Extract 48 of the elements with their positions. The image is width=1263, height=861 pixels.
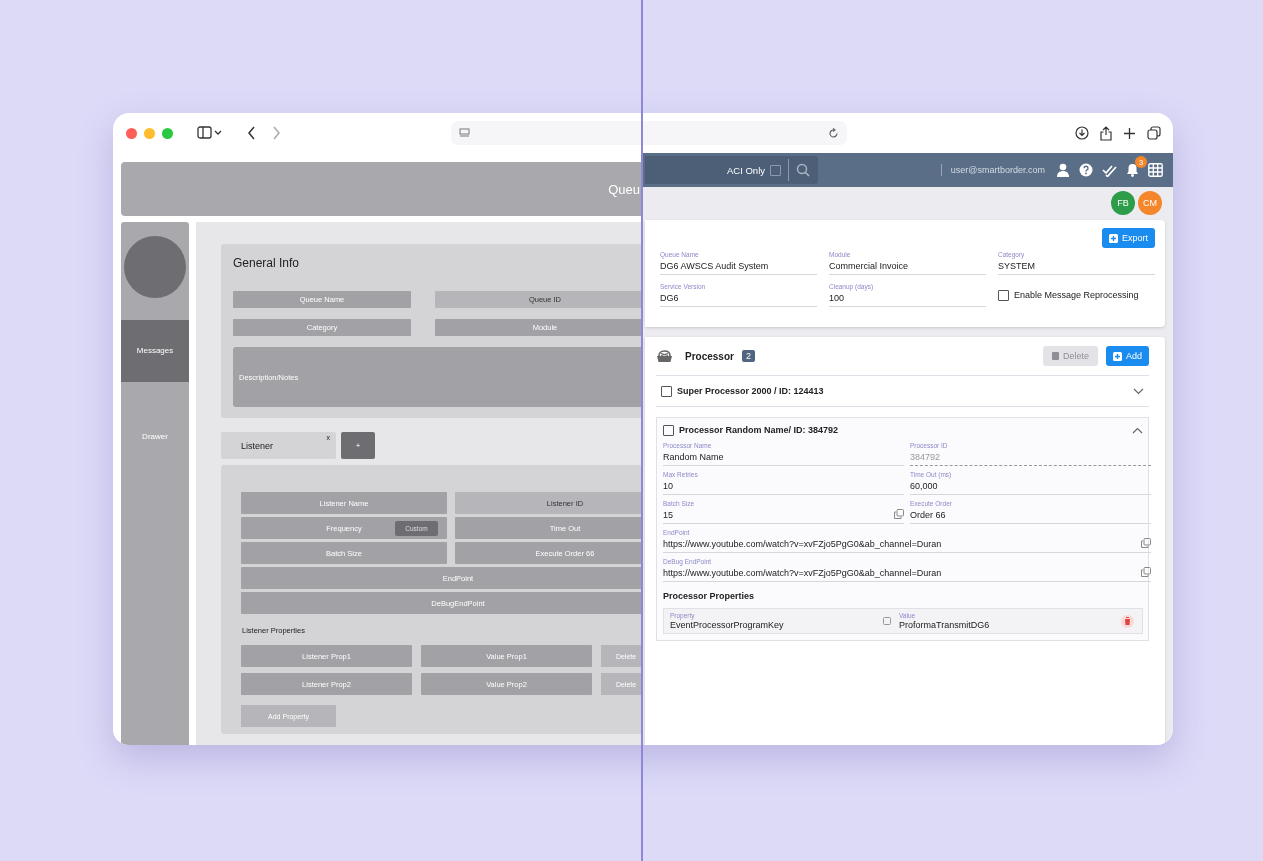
close-window-button[interactable] — [126, 127, 137, 139]
page-title: Queu — [608, 181, 641, 197]
aci-only-checkbox[interactable] — [770, 164, 781, 176]
copy-icon[interactable] — [1141, 537, 1151, 548]
delete-property-button[interactable] — [1121, 614, 1134, 628]
double-check-icon[interactable] — [1102, 163, 1117, 177]
trash-icon — [1051, 352, 1059, 360]
tabs-overview-icon[interactable] — [1147, 126, 1161, 140]
reprocessing-checkbox[interactable] — [998, 289, 1009, 301]
processor-checkbox[interactable] — [661, 385, 672, 397]
section-title: General Info — [233, 256, 301, 270]
page-icon — [459, 128, 470, 138]
processor-icon — [656, 349, 673, 363]
plus-icon — [1109, 233, 1118, 243]
share-icon[interactable] — [1100, 125, 1112, 141]
processor-title[interactable]: Super Processor 2000 / ID: 124413 — [677, 386, 824, 396]
back-icon[interactable] — [247, 126, 257, 140]
help-icon[interactable] — [1079, 163, 1093, 177]
checkbox-label: Enable Message Reprocessing — [1014, 290, 1139, 300]
section-title: Processor — [685, 350, 734, 362]
download-icon[interactable] — [1075, 126, 1089, 140]
bell-icon[interactable] — [1126, 163, 1139, 177]
search-icon[interactable] — [796, 163, 810, 177]
user-icon[interactable] — [1056, 163, 1070, 177]
user-email: user@smartborder.com — [950, 165, 1045, 175]
trash-icon — [1124, 617, 1131, 625]
section-title: Processor Properties — [663, 591, 756, 601]
chevron-icon[interactable] — [1132, 426, 1143, 434]
copy-icon[interactable] — [883, 617, 891, 625]
processor-title[interactable]: Processor Random Name/ ID: 384792 — [679, 425, 839, 435]
copy-icon[interactable] — [894, 508, 904, 519]
processor-checkbox[interactable] — [663, 424, 674, 436]
export-button[interactable]: Export — [1102, 228, 1155, 248]
aci-only-label: ACI Only — [727, 164, 765, 176]
plus-icon — [1113, 351, 1122, 361]
copy-icon[interactable] — [1141, 566, 1151, 577]
sidebar-item[interactable]: Messages — [121, 320, 189, 382]
reload-icon[interactable] — [828, 127, 839, 139]
add-tab-button[interactable]: + — [341, 432, 375, 459]
user-avatar[interactable]: CM — [1138, 191, 1162, 215]
chevron-icon[interactable] — [1133, 387, 1144, 395]
add-button[interactable]: Add — [1106, 346, 1149, 366]
new-tab-icon[interactable] — [1123, 126, 1136, 140]
sidebar-toggle-icon[interactable] — [197, 126, 223, 140]
processor-count: 2 — [741, 350, 755, 362]
apps-grid-icon[interactable] — [1148, 163, 1163, 177]
user-avatar[interactable]: FB — [1111, 191, 1135, 215]
sidebar-item[interactable]: Drawer — [121, 428, 189, 446]
